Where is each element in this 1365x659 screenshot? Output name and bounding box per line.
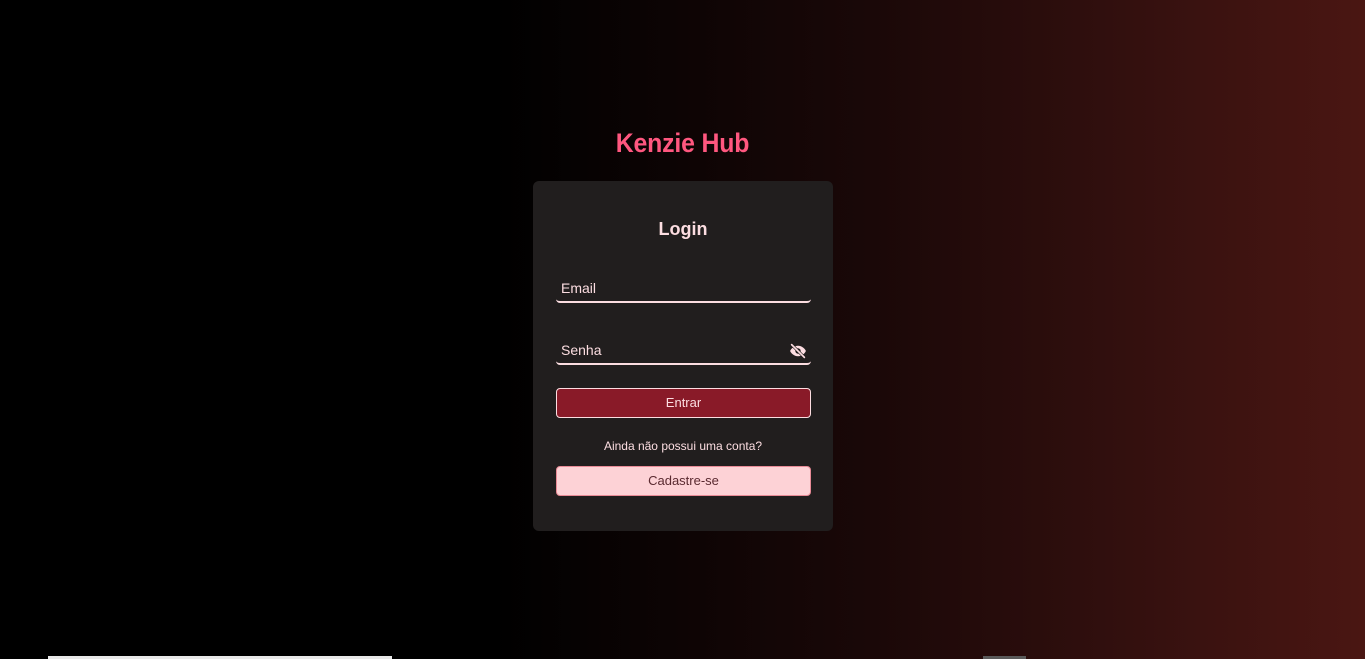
eye-off-icon[interactable]	[789, 342, 807, 360]
signup-prompt: Ainda não possui uma conta?	[603, 439, 763, 453]
signup-button[interactable]: Cadastre-se	[556, 466, 811, 496]
password-input[interactable]	[556, 337, 811, 363]
email-field-wrapper	[556, 275, 811, 303]
brand-logo: Kenzie Hub	[615, 128, 750, 158]
email-input[interactable]	[556, 275, 811, 301]
login-button[interactable]: Entrar	[556, 388, 811, 418]
login-card: Login Entrar Ainda não possui uma conta?…	[533, 181, 833, 531]
login-title: Login	[658, 219, 708, 239]
password-field-wrapper	[556, 337, 811, 365]
